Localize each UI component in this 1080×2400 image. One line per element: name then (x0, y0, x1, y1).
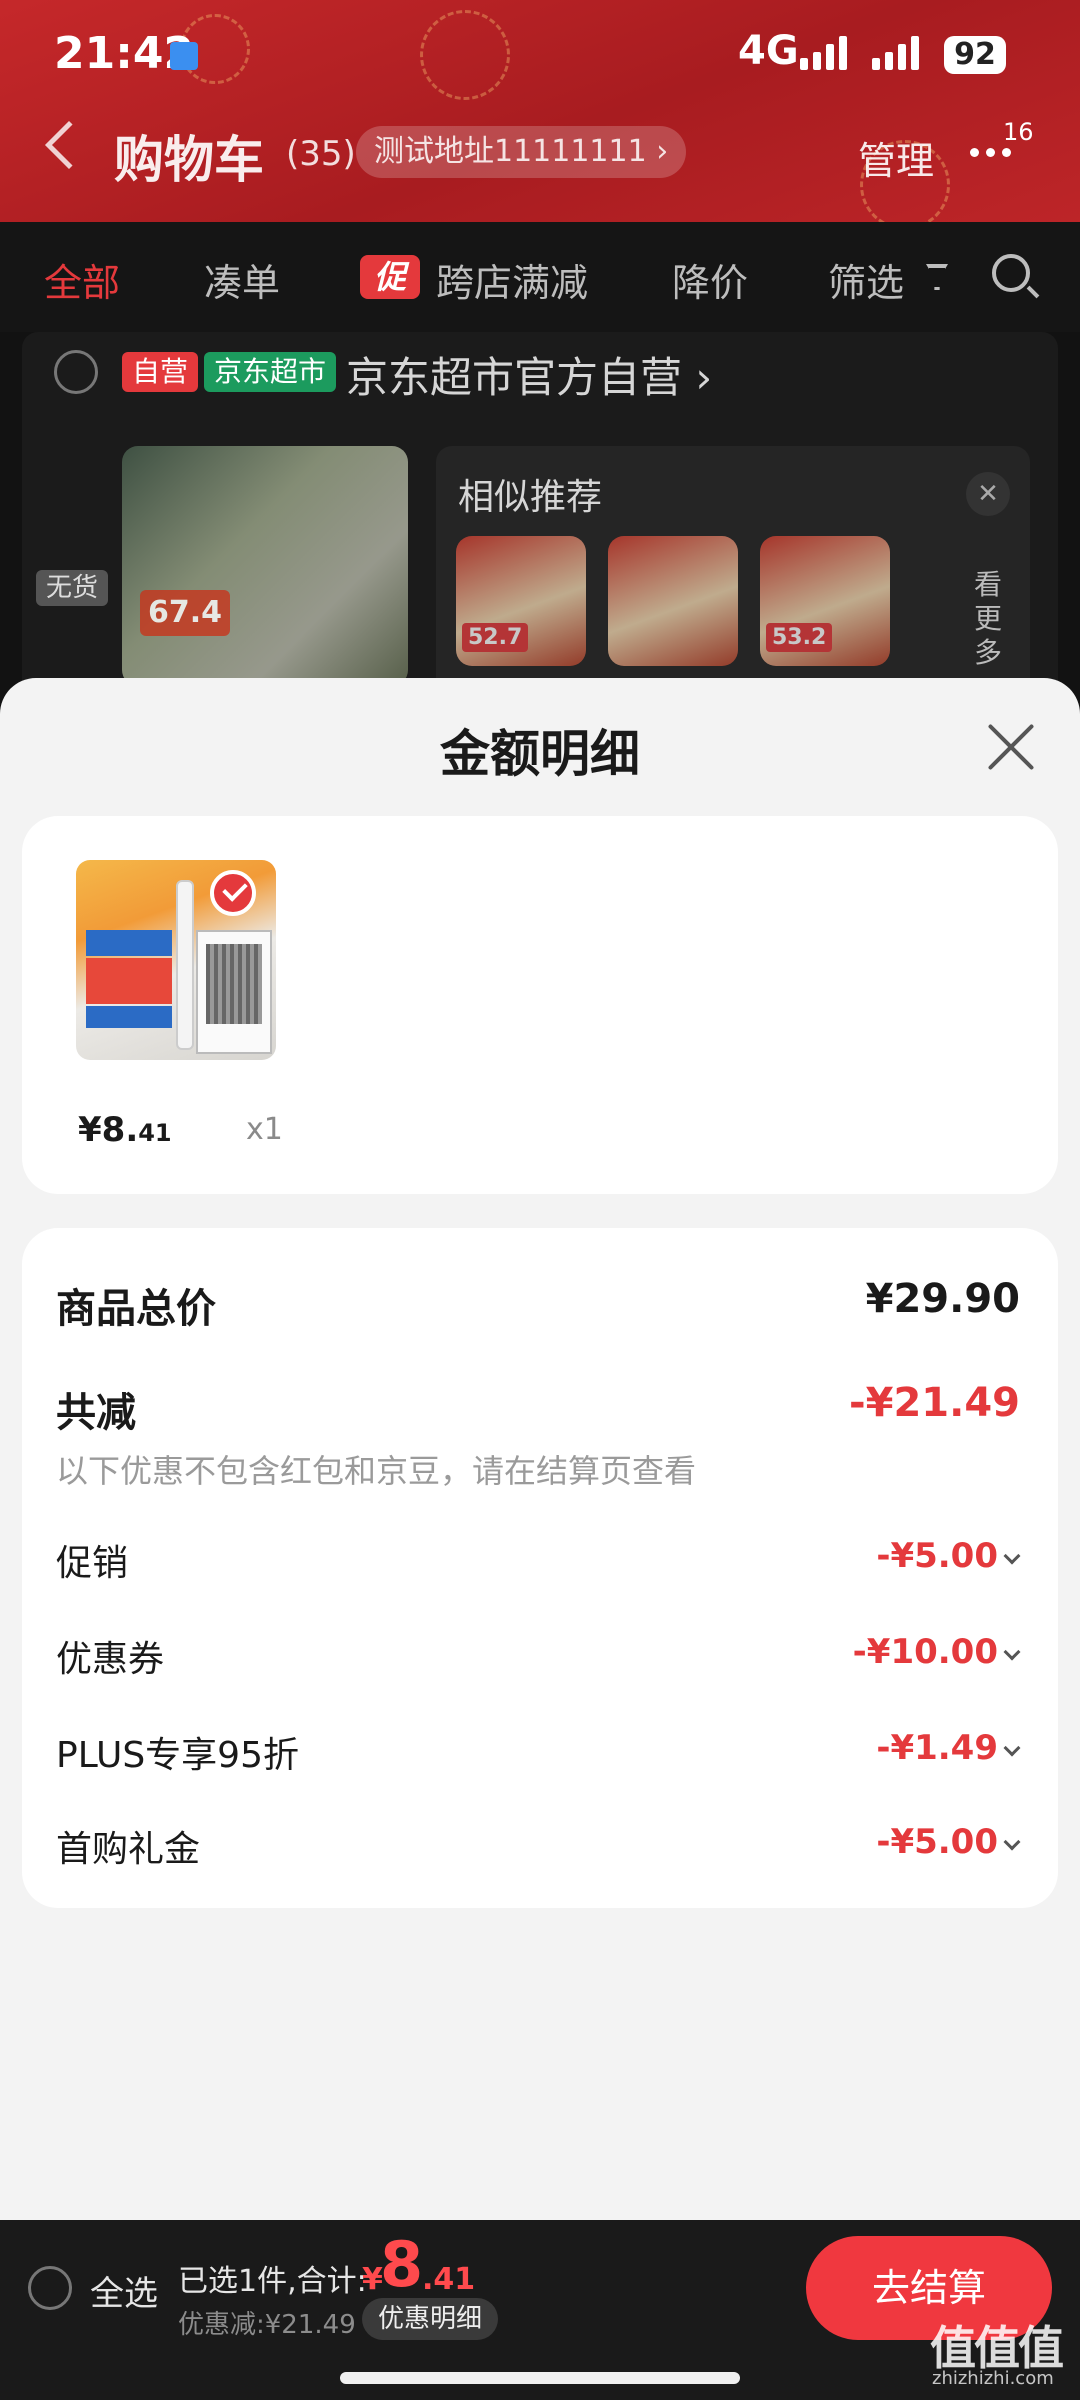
selected-summary: 已选1件,合计: (178, 2264, 367, 2299)
check-icon (210, 870, 256, 916)
out-of-stock-badge: 无货 (36, 570, 109, 606)
see-more-link[interactable]: 看更多 (974, 568, 1004, 670)
discount-value-coupon[interactable]: -¥10.00 (853, 1632, 998, 1672)
discount-value-promotion[interactable]: -¥5.00 (876, 1536, 998, 1576)
message-badge: 16 (1003, 118, 1034, 146)
home-indicator[interactable] (340, 2372, 740, 2384)
similar-item-price: 53.2 (766, 623, 833, 652)
discount-label-plus: PLUS专享95折 (56, 1735, 299, 1776)
similar-title: 相似推荐 (458, 477, 603, 518)
total-amount-int: 8 (380, 2228, 424, 2301)
wifi-signal-icon (872, 36, 919, 70)
product-price-tag: 67.4 (140, 590, 230, 636)
similar-item-thumb[interactable] (608, 536, 738, 666)
cart-count: (35) (286, 134, 356, 174)
page-title: 购物车 (114, 131, 264, 189)
close-icon[interactable] (986, 722, 1036, 772)
signal-icon (800, 36, 847, 70)
item-price-int: ¥8. (78, 1110, 139, 1150)
store-select-radio[interactable] (54, 350, 98, 394)
more-icon[interactable] (970, 148, 1011, 157)
watermark-site: zhizhizhi.com (932, 2368, 1054, 2389)
network-type: 4G (738, 28, 799, 74)
discount-value-plus[interactable]: -¥1.49 (876, 1728, 998, 1768)
goods-total-label: 商品总价 (56, 1286, 216, 1332)
total-discount-label: 共减 (56, 1390, 136, 1436)
discount-label-promotion: 促销 (56, 1543, 129, 1584)
discount-summary: 优惠减:¥21.49 (178, 2310, 356, 2340)
item-price-dec: 41 (138, 1119, 172, 1147)
discount-detail-button[interactable]: 优惠明细 (362, 2298, 499, 2340)
select-all-radio[interactable] (28, 2266, 72, 2310)
manage-button[interactable]: 管理 (858, 130, 934, 185)
address-selector[interactable]: 测试地址11111111 › (356, 126, 687, 178)
total-discount-value: -¥21.49 (849, 1380, 1020, 1426)
item-price: ¥8.41 (78, 1110, 172, 1150)
self-operated-tag: 自营 (122, 352, 199, 392)
notification-icon (170, 42, 198, 70)
discount-label-coupon: 优惠券 (56, 1639, 165, 1680)
tab-cross-store[interactable]: 跨店满减 (436, 252, 588, 307)
item-quantity: x1 (246, 1112, 283, 1147)
tab-price-drop[interactable]: 降价 (672, 252, 748, 307)
discount-label-first-purchase: 首购礼金 (56, 1829, 201, 1870)
similar-item-price: 52.7 (462, 623, 529, 652)
discount-note: 以下优惠不包含红包和京豆，请在结算页查看 (56, 1452, 697, 1490)
filter-tabs: 全部 凑单 跨店满减 降价 筛选 (0, 222, 1080, 332)
total-amount-dec: .41 (422, 2262, 476, 2297)
status-bar: 21:42 4G 92 (0, 0, 1080, 112)
sheet-title: 金额明细 (440, 725, 640, 783)
search-icon[interactable] (992, 254, 1030, 292)
similar-item-thumb[interactable]: 53.2 (760, 536, 890, 666)
select-all-label[interactable]: 全选 (90, 2266, 158, 2315)
battery-icon: 92 (944, 36, 1006, 74)
tab-bundle[interactable]: 凑单 (204, 252, 280, 307)
similar-item-thumb[interactable]: 52.7 (456, 536, 586, 666)
jd-supermarket-tag: 京东超市 (204, 352, 337, 392)
tab-filter[interactable]: 筛选 (828, 252, 904, 307)
store-name[interactable]: 京东超市官方自营 › (346, 344, 712, 405)
discount-value-first-purchase[interactable]: -¥5.00 (876, 1822, 998, 1862)
product-image[interactable] (122, 446, 408, 686)
close-icon[interactable]: ✕ (966, 472, 1010, 516)
tab-all[interactable]: 全部 (44, 252, 120, 307)
goods-total-value: ¥29.90 (865, 1276, 1020, 1322)
promo-tag: 促 (360, 255, 420, 299)
